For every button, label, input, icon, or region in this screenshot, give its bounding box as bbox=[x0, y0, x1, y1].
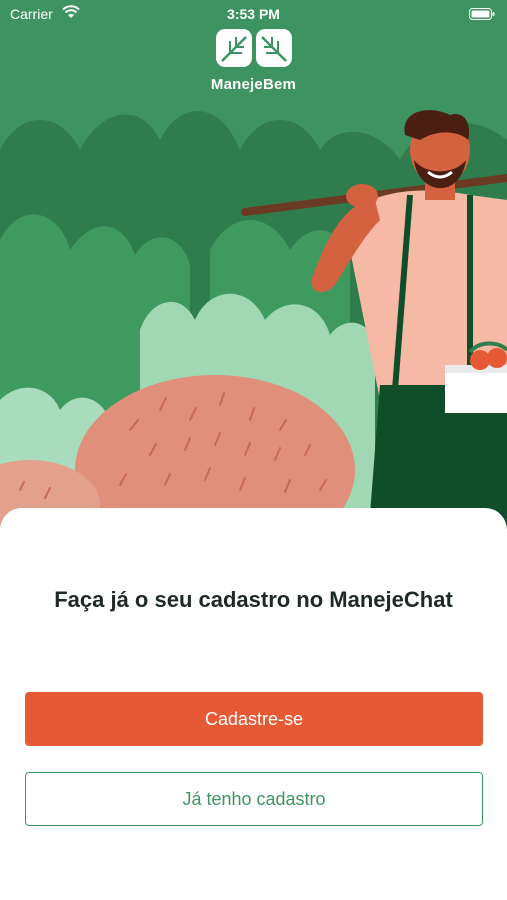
login-button-label: Já tenho cadastro bbox=[182, 788, 326, 809]
signup-button[interactable]: Cadastre-se bbox=[25, 692, 483, 746]
leaf-logo-icon bbox=[215, 29, 292, 67]
signup-headline: Faça já o seu cadastro no ManejeChat bbox=[54, 587, 453, 612]
clock-time: 3:53 PM bbox=[227, 6, 280, 22]
battery-icon bbox=[469, 7, 495, 23]
signup-card: Faça já o seu cadastro no ManejeChat Cad… bbox=[0, 508, 507, 900]
brand-logo: ManejeBem bbox=[0, 28, 507, 93]
signup-button-label: Cadastre-se bbox=[204, 708, 304, 729]
login-button[interactable]: Já tenho cadastro bbox=[25, 772, 483, 826]
status-bar: Carrier 3:53 PM bbox=[0, 0, 507, 28]
brand-name: ManejeBem bbox=[210, 76, 297, 93]
